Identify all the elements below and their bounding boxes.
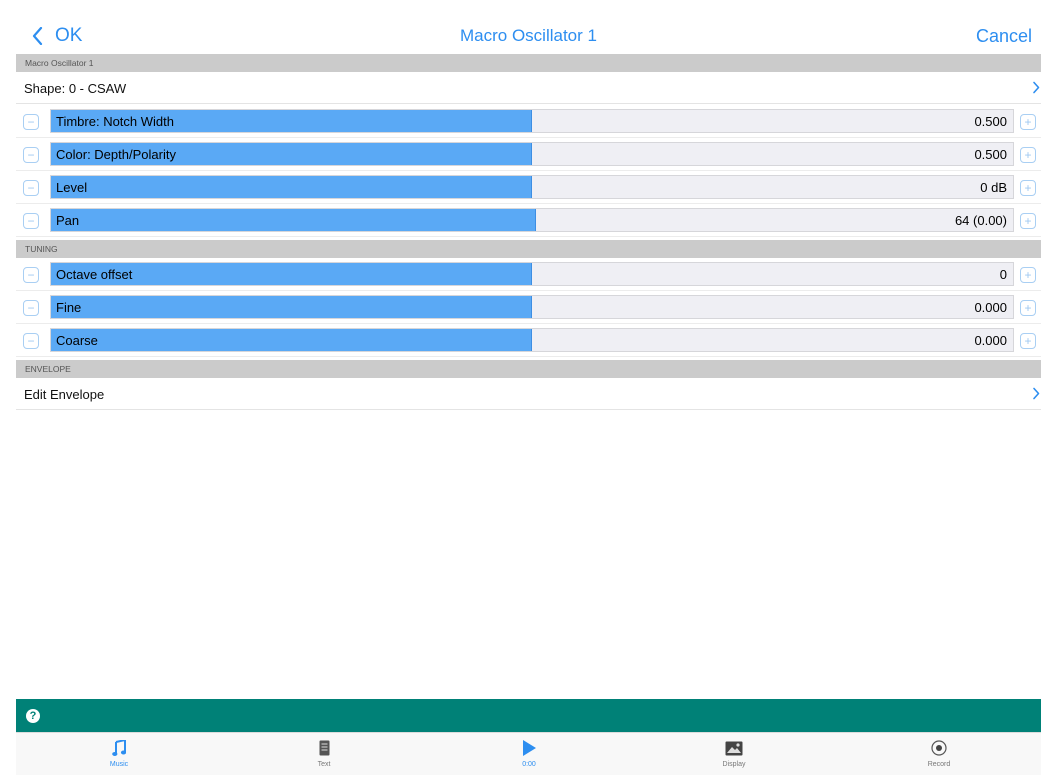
minus-icon: − [27, 214, 35, 228]
fine-slider[interactable]: Fine 0.000 [50, 295, 1014, 319]
slider-value: 0.000 [974, 300, 1007, 315]
slider-label: Level [56, 180, 88, 195]
plus-icon: + [1024, 115, 1032, 129]
slider-value: 0 [999, 267, 1007, 282]
tab-record[interactable]: Record [899, 738, 979, 774]
decrement-button[interactable]: − [23, 114, 39, 130]
increment-button[interactable]: + [1020, 147, 1036, 163]
decrement-button[interactable]: − [23, 180, 39, 196]
plus-icon: + [1024, 148, 1032, 162]
slider-value: 0.000 [974, 333, 1007, 348]
play-icon [523, 740, 536, 756]
tab-label: Display [722, 761, 746, 768]
slider-row-coarse: − Coarse 0.000 + [16, 324, 1041, 357]
tab-text[interactable]: Text [284, 738, 364, 774]
decrement-button[interactable]: − [23, 267, 39, 283]
slider-value: 64 (0.00) [954, 213, 1007, 228]
slider-label: Fine [56, 300, 82, 315]
timbre-slider[interactable]: Timbre: Notch Width 0.500 [50, 109, 1014, 133]
color-slider[interactable]: Color: Depth/Polarity 0.500 [50, 142, 1014, 166]
tab-play[interactable]: 0:00 [489, 738, 569, 774]
slider-label: Octave offset [56, 267, 133, 282]
slider-value: 0 dB [980, 180, 1007, 195]
level-slider[interactable]: Level 0 dB [50, 175, 1014, 199]
edit-envelope-label: Edit Envelope [24, 387, 105, 402]
slider-row-octave: − Octave offset 0 + [16, 258, 1041, 291]
navigation-bar: OK Macro Oscillator 1 Cancel [16, 18, 1041, 54]
slider-row-pan: − Pan 64 (0.00) + [16, 204, 1041, 237]
decrement-button[interactable]: − [23, 213, 39, 229]
slider-value: 0.500 [974, 114, 1007, 129]
octave-slider[interactable]: Octave offset 0 [50, 262, 1014, 286]
tab-music[interactable]: Music [79, 738, 159, 774]
plus-icon: + [1024, 214, 1032, 228]
slider-label: Pan [56, 213, 80, 228]
minus-icon: − [27, 115, 35, 129]
increment-button[interactable]: + [1020, 300, 1036, 316]
decrement-button[interactable]: − [23, 147, 39, 163]
edit-envelope-row[interactable]: Edit Envelope [16, 378, 1041, 410]
slider-label: Timbre: Notch Width [56, 114, 174, 129]
slider-fill [51, 176, 532, 198]
minus-icon: − [27, 181, 35, 195]
increment-button[interactable]: + [1020, 114, 1036, 130]
plus-icon: + [1024, 334, 1032, 348]
tab-label: 0:00 [522, 761, 536, 768]
text-document-icon [319, 740, 329, 756]
slider-row-color: − Color: Depth/Polarity 0.500 + [16, 138, 1041, 171]
slider-fill [51, 329, 532, 351]
increment-button[interactable]: + [1020, 333, 1036, 349]
minus-icon: − [27, 301, 35, 315]
coarse-slider[interactable]: Coarse 0.000 [50, 328, 1014, 352]
cancel-button[interactable]: Cancel [976, 26, 1032, 47]
chevron-right-icon [1033, 81, 1040, 94]
slider-fill [51, 296, 532, 318]
minus-icon: − [27, 148, 35, 162]
section-header-oscillator: Macro Oscillator 1 [16, 54, 1041, 72]
minus-icon: − [27, 268, 35, 282]
slider-row-fine: − Fine 0.000 + [16, 291, 1041, 324]
plus-icon: + [1024, 301, 1032, 315]
tab-display[interactable]: Display [694, 738, 774, 774]
record-icon [931, 740, 947, 756]
slider-row-level: − Level 0 dB + [16, 171, 1041, 204]
slider-label: Coarse [56, 333, 98, 348]
decrement-button[interactable]: − [23, 333, 39, 349]
tab-label: Music [109, 761, 129, 768]
slider-value: 0.500 [974, 147, 1007, 162]
pan-slider[interactable]: Pan 64 (0.00) [50, 208, 1014, 232]
slider-label: Color: Depth/Polarity [56, 147, 176, 162]
shape-row-label: Shape: 0 - CSAW [24, 81, 127, 96]
section-header-tuning: TUNING [16, 240, 1041, 258]
chevron-right-icon [1033, 387, 1040, 400]
page-title: Macro Oscillator 1 [460, 26, 597, 45]
tab-bar: Music Text 0:00 Display Record [16, 732, 1041, 775]
shape-row[interactable]: Shape: 0 - CSAW [16, 72, 1041, 104]
help-icon[interactable]: ? [26, 709, 40, 723]
image-icon [725, 741, 743, 755]
tab-label: Record [927, 761, 951, 768]
increment-button[interactable]: + [1020, 180, 1036, 196]
increment-button[interactable]: + [1020, 213, 1036, 229]
increment-button[interactable]: + [1020, 267, 1036, 283]
plus-icon: + [1024, 181, 1032, 195]
tab-label: Text [317, 761, 331, 768]
slider-fill [51, 209, 536, 231]
slider-row-timbre: − Timbre: Notch Width 0.500 + [16, 105, 1041, 138]
music-note-icon [112, 739, 126, 756]
minus-icon: − [27, 334, 35, 348]
decrement-button[interactable]: − [23, 300, 39, 316]
section-header-envelope: ENVELOPE [16, 360, 1041, 378]
plus-icon: + [1024, 268, 1032, 282]
app-frame: OK Macro Oscillator 1 Cancel Macro Oscil… [16, 18, 1041, 775]
help-bar: ? [16, 699, 1041, 732]
